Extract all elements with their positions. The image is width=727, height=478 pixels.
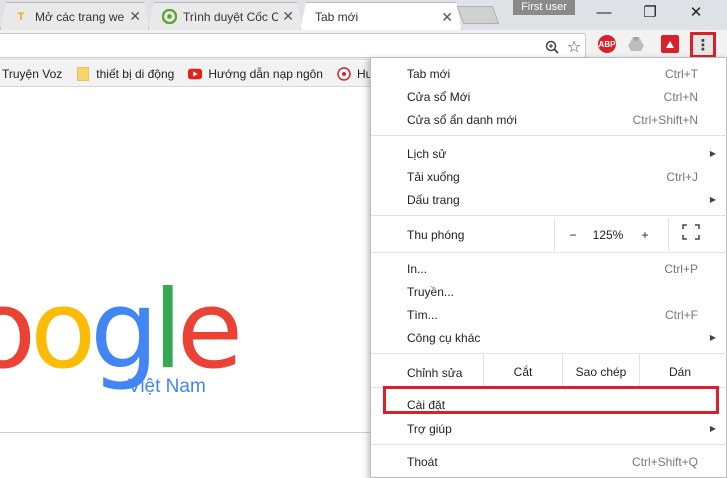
submenu-arrow-icon: ▶ [709, 333, 716, 342]
menu-item-label: Tải xuống [407, 169, 460, 184]
menu-item-shortcut: Ctrl+Shift+N [632, 112, 698, 127]
menu-item-new-tab[interactable]: Tab mới Ctrl+T [371, 62, 727, 85]
menu-item-shortcut: Ctrl+F [665, 307, 698, 322]
zoom-out-button[interactable]: − [561, 228, 585, 242]
menu-item-print[interactable]: In... Ctrl+P [371, 257, 727, 280]
zoom-icon[interactable] [543, 38, 561, 56]
tab-close-icon[interactable]: ✕ [129, 8, 141, 25]
youtube-icon [188, 67, 203, 81]
menu-item-zoom: Thu phóng [371, 223, 727, 246]
menu-item-shortcut: Ctrl+Shift+Q [631, 454, 698, 469]
coccoc-icon [161, 9, 177, 25]
menu-item-downloads[interactable]: Tải xuống Ctrl+J [371, 165, 727, 188]
tab-mo-cac-trang-web[interactable]: T Mở các trang web ✕ [0, 2, 150, 30]
menu-separator [371, 444, 727, 445]
tab-trinh-duyet-coc-coc[interactable]: Trình duyệt Cốc Cốc ✕ [148, 2, 303, 30]
menu-item-label: Chỉnh sửa [407, 365, 463, 380]
submenu-arrow-icon: ▶ [709, 149, 716, 158]
new-tab-button[interactable] [456, 6, 500, 24]
logo-letter: o [0, 277, 36, 385]
chrome-menu: Tab mới Ctrl+T Cửa sổ Mới Ctrl+N Cửa sổ … [370, 57, 727, 478]
chrome-menu-button[interactable]: ⋮ [690, 32, 716, 58]
toolbar: ☆ [0, 30, 727, 60]
menu-separator [371, 135, 727, 136]
menu-item-label: Lịch sử [407, 146, 447, 161]
menu-item-label: Cửa sổ ẩn danh mới [407, 112, 517, 127]
menu-divider [668, 218, 669, 251]
menu-item-label: Tìm... [407, 307, 438, 322]
menu-item-help[interactable]: Trợ giúp ▶ [371, 417, 727, 440]
menu-item-find[interactable]: Tìm... Ctrl+F [371, 303, 727, 326]
globe-icon [337, 66, 351, 81]
cut-button[interactable]: Cắt [484, 365, 562, 379]
bookmark-label: thiết bị di động [96, 66, 175, 81]
menu-item-label: Tab mới [407, 66, 451, 81]
tab-title: Tab mới [315, 10, 359, 24]
menu-separator [371, 215, 727, 216]
menu-item-label: Thoát [407, 454, 438, 469]
menu-item-incognito[interactable]: Cửa sổ ẩn danh mới Ctrl+Shift+N [371, 108, 727, 131]
minimize-icon[interactable]: — [583, 0, 625, 24]
menu-item-label: In... [407, 261, 428, 276]
menu-item-shortcut: Ctrl+P [664, 261, 698, 276]
paste-button[interactable]: Dán [640, 365, 720, 379]
menu-item-label: Công cụ khác [407, 330, 481, 345]
tab-title: Mở các trang web [35, 9, 126, 24]
menu-item-label: Truyền... [407, 284, 454, 299]
menu-separator [371, 252, 727, 253]
logo-letter: g [90, 268, 159, 393]
logo-letter: o [30, 268, 96, 393]
star-icon[interactable]: ☆ [565, 38, 583, 56]
folder-icon [76, 66, 90, 81]
bookmark-label: Truyện Voz [2, 66, 63, 81]
copy-button[interactable]: Sao chép [563, 365, 639, 379]
profile-badge[interactable]: First user [513, 0, 575, 15]
tab-close-icon[interactable]: ✕ [282, 8, 294, 25]
submenu-arrow-icon: ▶ [709, 195, 716, 204]
menu-item-cast[interactable]: Truyền... [371, 280, 727, 303]
menu-item-label: Dấu trang [407, 192, 460, 207]
close-window-icon[interactable]: ✕ [675, 0, 717, 24]
divider [0, 432, 372, 433]
tab-favicon-icon: T [17, 10, 25, 23]
google-logo: oogle [0, 268, 243, 393]
menu-item-label: Cửa sổ Mới [407, 89, 471, 104]
tab-tab-moi[interactable]: Tab mới ✕ [300, 2, 462, 31]
menu-item-exit[interactable]: Thoát Ctrl+Shift+Q [371, 450, 727, 473]
tab-close-icon[interactable]: ✕ [441, 9, 453, 26]
logo-letter: l [152, 268, 183, 393]
menu-item-shortcut: Ctrl+J [666, 169, 698, 184]
omnibox[interactable]: ☆ [0, 33, 586, 58]
bookmark-huong-dan-nap-ngon[interactable]: Hướng dẫn nạp ngôn [188, 67, 323, 81]
drive-icon[interactable] [627, 35, 645, 53]
menu-item-new-window[interactable]: Cửa sổ Mới Ctrl+N [371, 85, 727, 108]
tab-title: Trình duyệt Cốc Cốc [183, 9, 279, 24]
settings-highlight [383, 386, 719, 414]
tab-strip: T Mở các trang web ✕ Trình duyệt Cốc Cốc… [0, 0, 727, 30]
bookmark-truyen-voz[interactable]: Truyện Voz [2, 67, 62, 81]
menu-item-shortcut: Ctrl+N [663, 89, 698, 104]
bookmark-thiet-bi-di-dong[interactable]: thiết bị di động [76, 66, 175, 81]
bookmark-hu[interactable]: Hu [337, 67, 372, 81]
logo-letter: e [176, 268, 243, 393]
logo-subtitle: Việt Nam [128, 376, 206, 397]
extension-icon[interactable] [661, 35, 679, 53]
menu-item-shortcut: Ctrl+T [665, 66, 698, 81]
submenu-arrow-icon: ▶ [709, 424, 716, 433]
menu-item-bookmarks[interactable]: Dấu trang ▶ [371, 188, 727, 211]
menu-item-history[interactable]: Lịch sử ▶ [371, 142, 727, 165]
menu-separator [371, 353, 727, 354]
zoom-in-button[interactable]: + [633, 228, 657, 242]
zoom-level: 125% [592, 228, 624, 242]
menu-divider [554, 218, 555, 251]
abp-icon[interactable]: ABP [598, 35, 616, 53]
restore-icon[interactable]: ❐ [629, 0, 671, 24]
menu-item-more-tools[interactable]: Công cụ khác ▶ [371, 326, 727, 349]
menu-item-label: Thu phóng [407, 227, 465, 242]
fullscreen-icon[interactable] [676, 224, 706, 243]
bookmark-label: Hướng dẫn nạp ngôn [208, 66, 323, 81]
menu-item-label: Trợ giúp [407, 421, 452, 436]
